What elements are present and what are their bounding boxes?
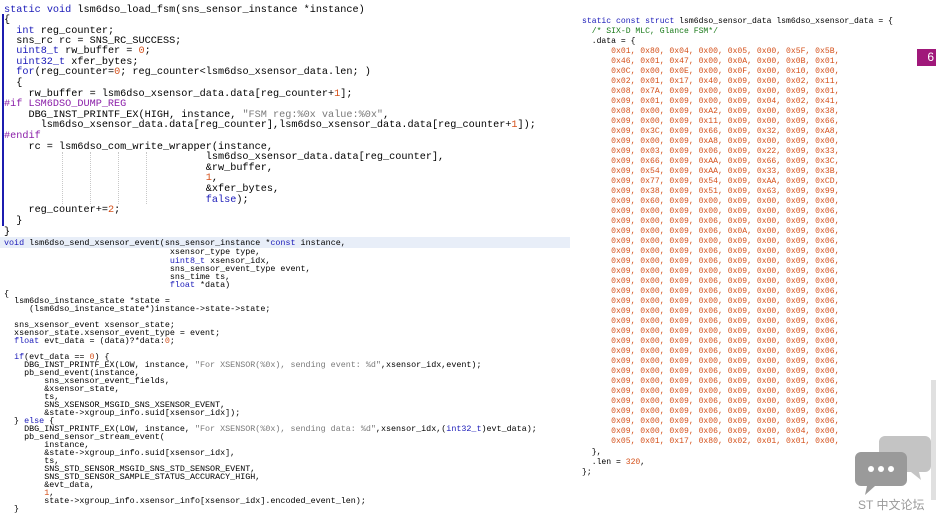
code-line[interactable]: static void lsm6dso_load_fsm(sns_sensor_… [4, 5, 365, 16]
code-line[interactable]: } [4, 504, 19, 514]
code-line[interactable]: /* SIX-D MLC, Glance FSM*/ [582, 27, 718, 36]
code-line[interactable]: 0x09, 0x00, 0x09, 0x06, 0x09, 0x00, 0x09… [582, 247, 839, 256]
code-line[interactable]: 0x09, 0x00, 0x09, 0x06, 0x09, 0x00, 0x09… [582, 377, 839, 386]
code-line[interactable]: lsm6dso_xsensor_data.data[reg_counter], [4, 152, 444, 163]
code-line[interactable]: 0x09, 0x38, 0x09, 0x51, 0x09, 0x63, 0x09… [582, 187, 839, 196]
code-line[interactable]: 0x09, 0x03, 0x09, 0x06, 0x09, 0x22, 0x09… [582, 147, 839, 156]
code-line[interactable]: uint8_t rw_buffer = 0; [4, 46, 151, 57]
code-line[interactable]: 0x09, 0x00, 0x09, 0x00, 0x09, 0x00, 0x09… [582, 327, 839, 336]
code-line[interactable]: for(reg_counter=0; reg_counter<lsm6dso_x… [4, 67, 371, 78]
code-line[interactable]: 0x09, 0x00, 0x09, 0x00, 0x09, 0x00, 0x09… [582, 387, 839, 396]
code-line[interactable]: 0x09, 0x00, 0x09, 0x00, 0x09, 0x00, 0x09… [582, 357, 839, 366]
code-line[interactable]: #endif [4, 131, 41, 142]
code-line[interactable]: state->xgroup_info.xsensor_info[xsensor_… [4, 496, 366, 506]
code-line[interactable]: 0x09, 0x54, 0x09, 0xAA, 0x09, 0x33, 0x09… [582, 167, 839, 176]
code-line[interactable]: static const struct lsm6dso_sensor_data … [582, 17, 893, 26]
code-line[interactable]: 0x09, 0x00, 0x09, 0x00, 0x09, 0x00, 0x09… [582, 297, 839, 306]
code-line[interactable]: 0x09, 0x00, 0x09, 0x06, 0x09, 0x00, 0x09… [582, 287, 839, 296]
code-line[interactable]: 0x09, 0x00, 0x09, 0x06, 0x09, 0x00, 0x09… [582, 337, 839, 346]
watermark-text: ST 中文论坛 [858, 498, 925, 512]
code-line[interactable]: lsm6dso_xsensor_data.data[reg_counter],l… [4, 120, 536, 131]
code-line[interactable]: 0x09, 0x00, 0x09, 0x06, 0x09, 0x00, 0x09… [582, 307, 839, 316]
code-line[interactable]: } [4, 216, 22, 227]
code-line[interactable]: (lsm6dso_instance_state*)instance->state… [4, 304, 270, 314]
code-line[interactable]: 0x09, 0x60, 0x09, 0x00, 0x09, 0x00, 0x09… [582, 197, 839, 206]
code-line[interactable]: 0x09, 0x00, 0x09, 0x06, 0x09, 0x00, 0x09… [582, 367, 839, 376]
code-line[interactable]: 0x09, 0x00, 0x09, 0x06, 0x09, 0x00, 0x04… [582, 427, 839, 436]
code-line[interactable]: .data = { [582, 37, 636, 46]
code-line[interactable]: { [4, 78, 22, 89]
code-line[interactable]: float *data) [4, 280, 230, 290]
code-line[interactable]: float evt_data = (data)?*data:0; [4, 336, 175, 346]
code-line[interactable]: 0x09, 0x77, 0x09, 0x54, 0x09, 0xAA, 0x09… [582, 177, 839, 186]
code-line[interactable]: 0x09, 0x00, 0x09, 0x00, 0x09, 0x00, 0x09… [582, 237, 839, 246]
code-line[interactable]: 0x05, 0x01, 0x17, 0x80, 0x02, 0x01, 0x01… [582, 437, 839, 446]
code-line[interactable]: 0x09, 0x00, 0x09, 0x06, 0x09, 0x00, 0x09… [582, 217, 839, 226]
code-line[interactable]: .len = 320, [582, 458, 645, 467]
code-line[interactable]: 0x09, 0x00, 0x09, 0x06, 0x09, 0x00, 0x09… [582, 277, 839, 286]
code-line[interactable]: #if LSM6DSO_DUMP_REG [4, 99, 126, 110]
code-line[interactable]: 0x09, 0x00, 0x09, 0x06, 0x09, 0x00, 0x09… [582, 407, 839, 416]
code-line[interactable]: 0x09, 0x00, 0x09, 0x06, 0x09, 0x00, 0x09… [582, 317, 839, 326]
code-line[interactable]: 0x09, 0x00, 0x09, 0x06, 0x09, 0x00, 0x09… [582, 257, 839, 266]
code-line[interactable]: 0x08, 0x7A, 0x09, 0x00, 0x09, 0x00, 0x09… [582, 87, 839, 96]
code-line[interactable]: 0x09, 0x00, 0x09, 0x06, 0x09, 0x00, 0x09… [582, 347, 839, 356]
code-line[interactable]: } [4, 227, 10, 238]
code-line[interactable]: 0x09, 0x3C, 0x09, 0x66, 0x09, 0x32, 0x09… [582, 127, 839, 136]
side-panel-tab[interactable]: 6 [917, 49, 936, 66]
code-line[interactable]: 0x02, 0x01, 0x17, 0x40, 0x09, 0x00, 0x02… [582, 77, 839, 86]
code-line[interactable]: 0x08, 0x00, 0x09, 0xA2, 0x09, 0x00, 0x09… [582, 107, 839, 116]
code-line[interactable]: 0x09, 0x00, 0x09, 0x00, 0x09, 0x00, 0x09… [582, 417, 839, 426]
code-line[interactable]: 0x09, 0x01, 0x09, 0x00, 0x09, 0x04, 0x02… [582, 97, 839, 106]
code-line[interactable]: 0x09, 0x00, 0x09, 0x06, 0x0A, 0x00, 0x09… [582, 227, 839, 236]
code-line[interactable]: }, [582, 448, 602, 457]
code-line[interactable]: 0x0C, 0x00, 0x0E, 0x00, 0x0F, 0x00, 0x10… [582, 67, 839, 76]
code-line[interactable]: reg_counter+=2; [4, 205, 120, 216]
code-line[interactable]: 0x09, 0x66, 0x09, 0xAA, 0x09, 0x66, 0x09… [582, 157, 839, 166]
left-editor-pane[interactable]: static void lsm6dso_load_fsm(sns_sensor_… [0, 0, 575, 518]
code-line[interactable]: &xfer_bytes, [4, 184, 279, 195]
code-line[interactable]: 0x09, 0x00, 0x09, 0x11, 0x09, 0x00, 0x09… [582, 117, 839, 126]
code-line[interactable]: }; [582, 468, 592, 477]
code-line[interactable]: 0x46, 0x01, 0x47, 0x00, 0x0A, 0x00, 0x0B… [582, 57, 839, 66]
code-line[interactable]: 1, [4, 173, 218, 184]
code-line[interactable]: { [4, 15, 10, 26]
code-line[interactable]: 0x09, 0x00, 0x09, 0x00, 0x09, 0x00, 0x09… [582, 267, 839, 276]
code-line[interactable]: 0x01, 0x80, 0x04, 0x00, 0x05, 0x00, 0x5F… [582, 47, 839, 56]
code-line[interactable]: 0x09, 0x00, 0x09, 0x00, 0x09, 0x00, 0x09… [582, 207, 839, 216]
code-line[interactable]: 0x09, 0x00, 0x09, 0x06, 0x09, 0x00, 0x09… [582, 397, 839, 406]
code-line[interactable]: 0x09, 0x00, 0x09, 0xA8, 0x09, 0x00, 0x09… [582, 137, 839, 146]
